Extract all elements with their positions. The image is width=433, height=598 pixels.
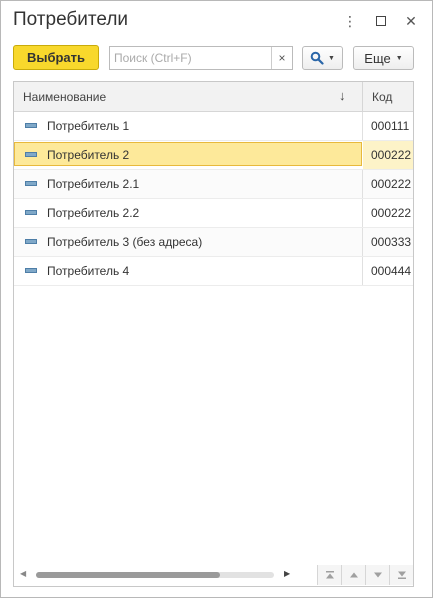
row-name: Потребитель 4 (47, 264, 130, 278)
row-code: 000111 (371, 119, 410, 133)
list-navigation (317, 565, 413, 585)
prev-page-icon (349, 572, 358, 578)
row-code: 000222 (371, 206, 412, 220)
item-icon (25, 210, 37, 215)
search-icon (310, 51, 324, 65)
column-divider (362, 112, 363, 140)
close-icon[interactable]: ✕ (401, 11, 421, 31)
row-name: Потребитель 2 (47, 148, 130, 162)
row-name: Потребитель 2.1 (47, 177, 140, 191)
form-window: Потребители ⋮ ✕ Выбрать Поиск (Ctrl+F) ×… (0, 0, 433, 598)
search-input[interactable]: Поиск (Ctrl+F) × (109, 46, 293, 70)
prev-page-button[interactable] (341, 565, 365, 585)
row-name: Потребитель 2.2 (47, 206, 140, 220)
row-name: Потребитель 1 (47, 119, 130, 133)
scrollbar-thumb[interactable] (36, 572, 220, 578)
chevron-down-icon: ▼ (395, 54, 403, 62)
item-icon (25, 152, 37, 157)
sort-descending-icon: ↓ (339, 88, 346, 103)
table-row[interactable]: Потребитель 3 (без адреса) 000333 (14, 228, 413, 257)
column-divider (362, 170, 363, 198)
row-name: Потребитель 3 (без адреса) (47, 235, 203, 249)
item-icon (25, 268, 37, 273)
last-page-button[interactable] (389, 565, 413, 585)
table-header: Наименование ↓ Код (14, 82, 413, 112)
row-code: 000333 (371, 235, 412, 249)
chevron-down-icon: ▼ (328, 54, 335, 62)
next-page-button[interactable] (365, 565, 389, 585)
column-divider[interactable] (362, 82, 363, 111)
last-page-icon (397, 571, 406, 579)
more-actions-icon[interactable]: ⋮ (340, 11, 360, 31)
column-header-name[interactable]: Наименование (23, 90, 106, 104)
column-divider (362, 257, 363, 285)
table-row[interactable]: Потребитель 4 000444 (14, 257, 413, 286)
next-page-icon (373, 572, 382, 578)
horizontal-scrollbar[interactable]: ◀ ▶ (14, 564, 314, 586)
scroll-right-icon[interactable]: ▶ (284, 569, 290, 578)
first-page-icon (325, 571, 334, 579)
consumers-table: Наименование ↓ Код Потребитель 1 000111 … (13, 81, 414, 587)
table-row-selected[interactable]: Потребитель 2 000222 (14, 141, 413, 170)
table-row[interactable]: Потребитель 2.2 000222 (14, 199, 413, 228)
maximize-icon[interactable] (371, 11, 391, 31)
clear-search-button[interactable]: × (271, 47, 292, 69)
item-icon (25, 239, 37, 244)
column-header-code[interactable]: Код (372, 90, 392, 104)
row-code: 000444 (371, 264, 412, 278)
more-button[interactable]: Еще ▼ (353, 46, 414, 70)
item-icon (25, 181, 37, 186)
search-placeholder: Поиск (Ctrl+F) (114, 51, 192, 65)
column-divider (362, 228, 363, 256)
scroll-left-icon[interactable]: ◀ (20, 569, 26, 578)
row-code: 000222 (371, 148, 412, 162)
first-page-button[interactable] (317, 565, 341, 585)
item-icon (25, 123, 37, 128)
column-divider (362, 199, 363, 227)
find-button[interactable]: ▼ (302, 46, 343, 70)
more-button-label: Еще (364, 50, 391, 66)
page-title: Потребители (13, 9, 129, 30)
select-button[interactable]: Выбрать (13, 45, 99, 70)
table-row[interactable]: Потребитель 1 000111 (14, 112, 413, 141)
row-code: 000222 (371, 177, 412, 191)
table-row[interactable]: Потребитель 2.1 000222 (14, 170, 413, 199)
